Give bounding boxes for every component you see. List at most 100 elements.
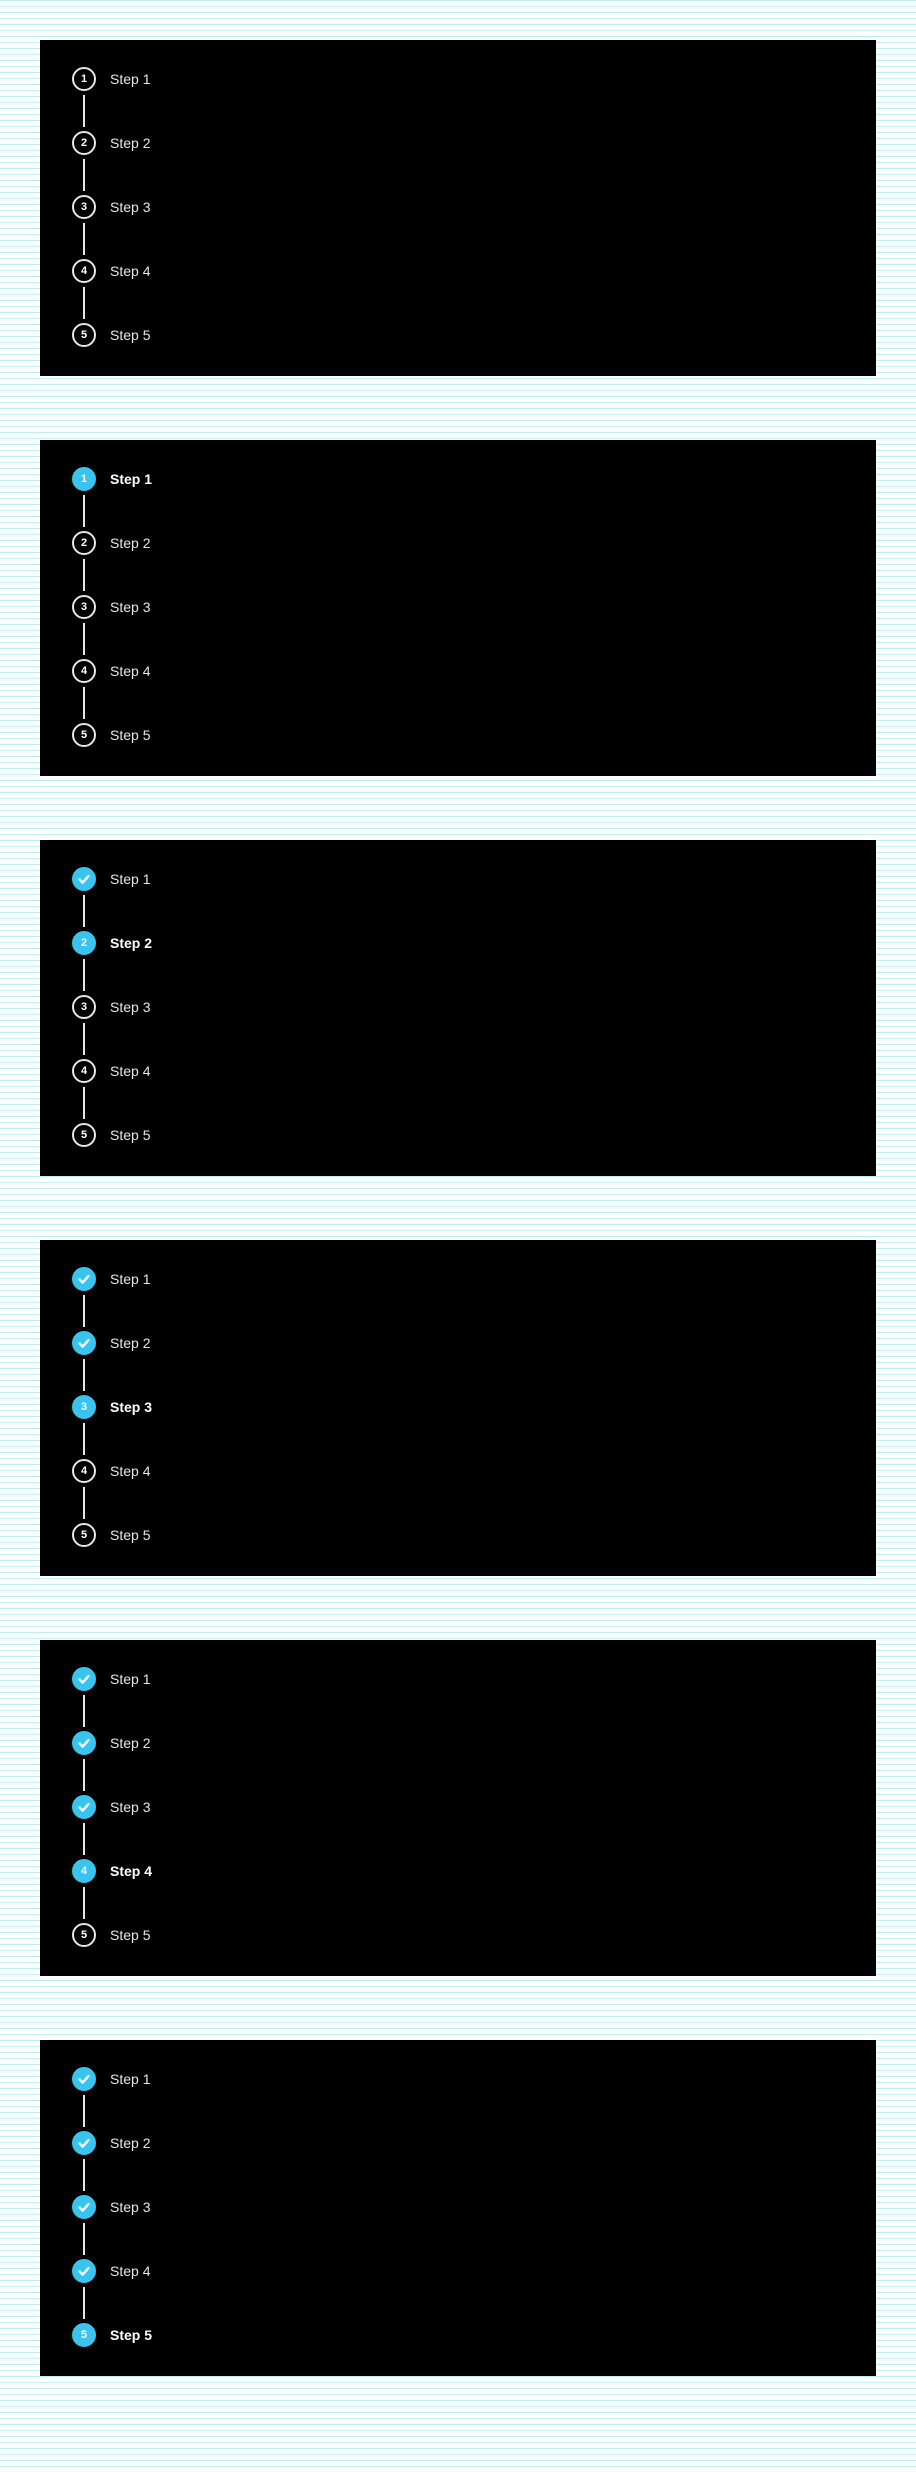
- step-item[interactable]: 3 Step 3: [72, 595, 152, 659]
- step-indicator: [72, 2195, 96, 2255]
- step-connector: [83, 2223, 85, 2255]
- step-number-badge: 5: [72, 2323, 96, 2347]
- step-connector: [83, 959, 85, 991]
- step-number-badge: 4: [72, 659, 96, 683]
- step-label: Step 5: [110, 1527, 151, 1543]
- step-item[interactable]: Step 1: [72, 867, 152, 931]
- step-label: Step 4: [110, 2263, 151, 2279]
- step-label: Step 5: [110, 2327, 153, 2343]
- step-item[interactable]: 2 Step 2: [72, 131, 150, 195]
- step-indicator: 5: [72, 2323, 96, 2347]
- step-item[interactable]: 1 Step 1: [72, 467, 152, 531]
- vertical-stepper: Step 1 Step 2 Step 3 4 Step 4 5 Step 5: [72, 1667, 152, 1947]
- stepper-panel: 1 Step 1 2 Step 2 3 Step 3 4 Step 4 5 Step 5: [40, 40, 876, 376]
- step-indicator: 3: [72, 195, 96, 255]
- step-connector: [83, 95, 85, 127]
- step-number-badge: 5: [72, 723, 96, 747]
- step-connector: [83, 687, 85, 719]
- check-icon: [78, 1338, 90, 1348]
- step-item[interactable]: 4 Step 4: [72, 1859, 152, 1923]
- step-connector: [83, 1695, 85, 1727]
- step-indicator: [72, 1267, 96, 1327]
- step-label: Step 1: [110, 871, 151, 887]
- step-item[interactable]: Step 2: [72, 1331, 152, 1395]
- step-indicator: 4: [72, 1859, 96, 1919]
- step-number-badge: 3: [72, 1395, 96, 1419]
- step-item[interactable]: 4 Step 4: [72, 259, 150, 323]
- step-number-badge: 5: [72, 323, 96, 347]
- step-label: Step 4: [110, 663, 151, 679]
- step-connector: [83, 559, 85, 591]
- step-complete-badge: [72, 867, 96, 891]
- step-label: Step 1: [110, 471, 153, 487]
- step-connector: [83, 2287, 85, 2319]
- step-indicator: 5: [72, 1523, 96, 1547]
- stepper-panel: Step 1 Step 2 Step 3 Step 4 5 Step 5: [40, 2040, 876, 2376]
- step-item[interactable]: 4 Step 4: [72, 1459, 152, 1523]
- step-complete-badge: [72, 2131, 96, 2155]
- step-indicator: 5: [72, 1123, 96, 1147]
- step-item[interactable]: 4 Step 4: [72, 659, 152, 723]
- step-connector: [83, 623, 85, 655]
- step-indicator: 3: [72, 595, 96, 655]
- check-icon: [78, 1738, 90, 1748]
- step-label: Step 3: [110, 199, 151, 215]
- step-item[interactable]: 5 Step 5: [72, 2323, 152, 2347]
- step-connector: [83, 1359, 85, 1391]
- step-connector: [83, 1295, 85, 1327]
- step-number-badge: 3: [72, 595, 96, 619]
- step-label: Step 3: [110, 999, 151, 1015]
- step-item[interactable]: 3 Step 3: [72, 1395, 152, 1459]
- step-indicator: 3: [72, 995, 96, 1055]
- step-indicator: 4: [72, 259, 96, 319]
- step-indicator: [72, 1331, 96, 1391]
- step-item[interactable]: 4 Step 4: [72, 1059, 152, 1123]
- step-indicator: 4: [72, 1459, 96, 1519]
- check-icon: [78, 2074, 90, 2084]
- step-number-badge: 2: [72, 531, 96, 555]
- step-connector: [83, 159, 85, 191]
- check-icon: [78, 2202, 90, 2212]
- step-indicator: 4: [72, 659, 96, 719]
- step-item[interactable]: Step 4: [72, 2259, 152, 2323]
- step-item[interactable]: Step 2: [72, 1731, 152, 1795]
- step-indicator: [72, 867, 96, 927]
- step-label: Step 1: [110, 2071, 151, 2087]
- step-item[interactable]: 2 Step 2: [72, 531, 152, 595]
- step-item[interactable]: 5 Step 5: [72, 1923, 152, 1947]
- step-label: Step 5: [110, 1927, 151, 1943]
- step-complete-badge: [72, 1731, 96, 1755]
- step-indicator: 2: [72, 531, 96, 591]
- step-item[interactable]: 5 Step 5: [72, 1523, 152, 1547]
- step-label: Step 3: [110, 1399, 153, 1415]
- step-item[interactable]: Step 1: [72, 1667, 152, 1731]
- step-item[interactable]: 1 Step 1: [72, 67, 150, 131]
- step-number-badge: 2: [72, 131, 96, 155]
- step-number-badge: 4: [72, 259, 96, 283]
- step-label: Step 1: [110, 1671, 151, 1687]
- step-number-badge: 4: [72, 1859, 96, 1883]
- step-complete-badge: [72, 2067, 96, 2091]
- step-item[interactable]: 5 Step 5: [72, 723, 152, 747]
- step-item[interactable]: 2 Step 2: [72, 931, 152, 995]
- step-label: Step 1: [110, 71, 151, 87]
- step-label: Step 1: [110, 1271, 151, 1287]
- step-item[interactable]: Step 3: [72, 1795, 152, 1859]
- step-item[interactable]: 3 Step 3: [72, 995, 152, 1059]
- step-item[interactable]: Step 3: [72, 2195, 152, 2259]
- step-indicator: 1: [72, 67, 96, 127]
- step-item[interactable]: Step 1: [72, 1267, 152, 1331]
- step-item[interactable]: 5 Step 5: [72, 1123, 152, 1147]
- check-icon: [78, 1802, 90, 1812]
- check-icon: [78, 874, 90, 884]
- step-connector: [83, 1487, 85, 1519]
- step-item[interactable]: 5 Step 5: [72, 323, 150, 347]
- stepper-panel: 1 Step 1 2 Step 2 3 Step 3 4 Step 4 5 Step 5: [40, 440, 876, 776]
- step-item[interactable]: Step 1: [72, 2067, 152, 2131]
- step-connector: [83, 223, 85, 255]
- step-item[interactable]: 3 Step 3: [72, 195, 150, 259]
- step-label: Step 3: [110, 2199, 151, 2215]
- step-item[interactable]: Step 2: [72, 2131, 152, 2195]
- stepper-panel: Step 1 Step 2 Step 3 4 Step 4 5 Step 5: [40, 1640, 876, 1976]
- step-label: Step 5: [110, 1127, 151, 1143]
